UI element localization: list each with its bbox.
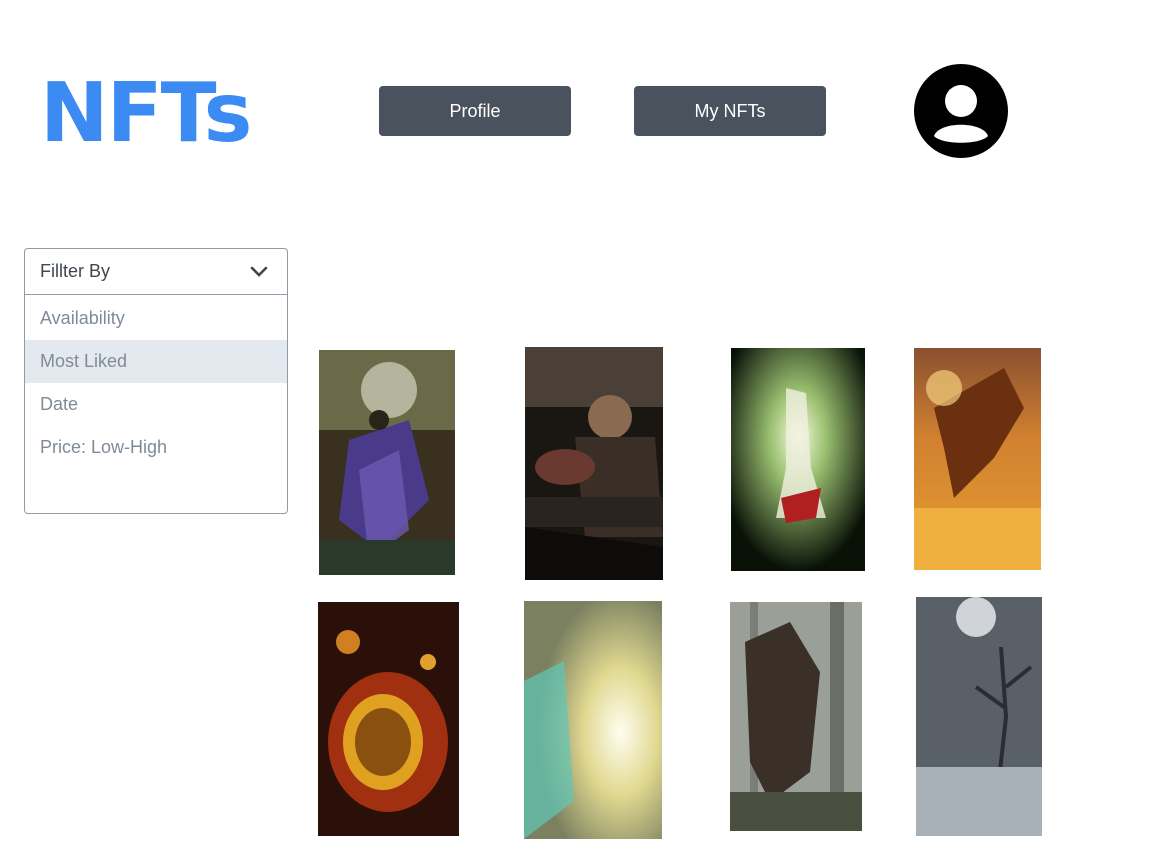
- nft-thumbnail[interactable]: [730, 602, 862, 831]
- nft-thumbnail[interactable]: [318, 602, 459, 836]
- filter-option-most-liked[interactable]: Most Liked: [25, 340, 287, 383]
- nft-thumbnail[interactable]: [524, 601, 662, 839]
- filter-select[interactable]: Fillter By: [25, 249, 287, 295]
- nft-thumbnail[interactable]: [914, 348, 1041, 570]
- nft-thumbnail[interactable]: [319, 350, 455, 575]
- nft-thumbnail[interactable]: [731, 348, 865, 571]
- filter-option-date[interactable]: Date: [25, 383, 287, 426]
- logo[interactable]: NFTs: [40, 72, 322, 156]
- my-nfts-button[interactable]: My NFTs: [634, 86, 826, 136]
- nft-thumbnail[interactable]: [916, 597, 1042, 836]
- nft-thumbnail[interactable]: [525, 347, 663, 580]
- chevron-down-icon: [250, 266, 268, 277]
- filter-option-price[interactable]: Price: Low-High: [25, 426, 287, 469]
- profile-button[interactable]: Profile: [379, 86, 571, 136]
- filter-option-availability[interactable]: Availability: [25, 297, 287, 340]
- filter-label: Fillter By: [40, 261, 111, 281]
- account-circle-icon[interactable]: [913, 63, 1009, 159]
- filter-dropdown: Fillter By Availability Most Liked Date …: [24, 248, 288, 514]
